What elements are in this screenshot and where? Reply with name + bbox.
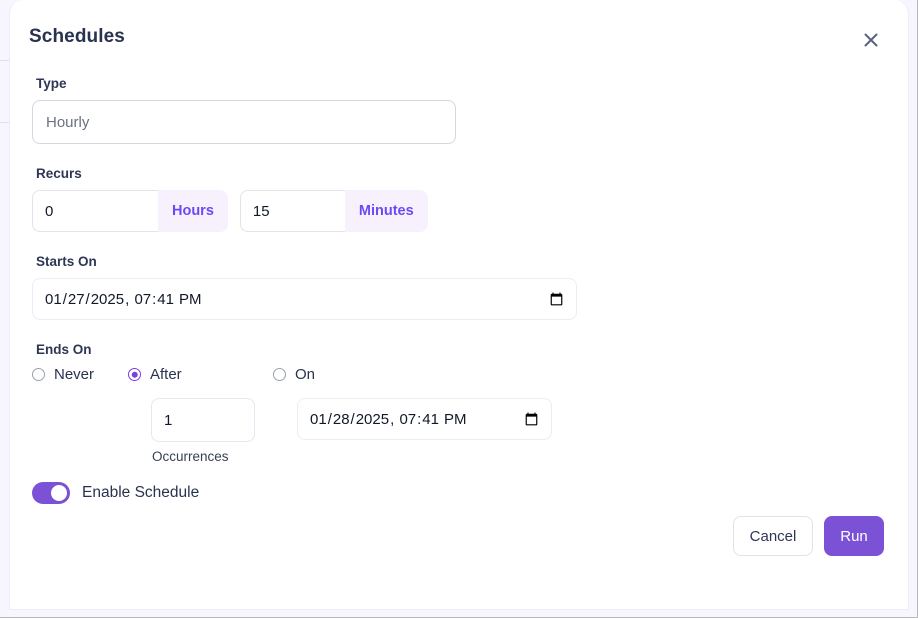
ends-on-label: Ends On bbox=[36, 342, 886, 357]
close-icon bbox=[861, 30, 881, 50]
starts-on-datetime-input[interactable] bbox=[32, 278, 577, 320]
occurrences-block: Occurrences bbox=[151, 398, 255, 464]
hours-unit-addon: Hours bbox=[158, 190, 228, 232]
close-button[interactable] bbox=[855, 24, 887, 56]
radio-never-label: Never bbox=[54, 366, 94, 383]
page-title: Schedules bbox=[29, 26, 125, 48]
type-label: Type bbox=[36, 76, 886, 91]
ends-on-option-never[interactable]: Never bbox=[32, 366, 128, 383]
type-input[interactable] bbox=[32, 100, 456, 144]
app-backdrop: Schedules Type Recurs bbox=[0, 0, 918, 618]
dialog-footer: Cancel Run bbox=[32, 516, 886, 556]
ends-on-option-on[interactable]: On bbox=[273, 366, 315, 383]
starts-on-label: Starts On bbox=[36, 254, 886, 269]
recurs-row: Hours Minutes bbox=[32, 190, 886, 232]
occurrences-input[interactable] bbox=[151, 398, 255, 442]
recurs-label: Recurs bbox=[36, 166, 886, 181]
minutes-input-group: Minutes bbox=[240, 190, 428, 232]
dialog-header: Schedules bbox=[10, 0, 908, 76]
ends-on-datetime-input[interactable] bbox=[297, 398, 552, 440]
starts-on-field-group: Starts On bbox=[32, 254, 886, 320]
ends-on-radio-group: Never After On bbox=[32, 366, 886, 383]
type-field-group: Type bbox=[32, 76, 886, 144]
radio-after[interactable] bbox=[128, 368, 141, 381]
radio-on-label: On bbox=[295, 366, 315, 383]
hours-input-group: Hours bbox=[32, 190, 228, 232]
radio-on[interactable] bbox=[273, 368, 286, 381]
run-button[interactable]: Run bbox=[824, 516, 884, 556]
enable-schedule-row: Enable Schedule bbox=[32, 482, 886, 504]
on-date-block bbox=[297, 398, 552, 440]
hours-input[interactable] bbox=[32, 190, 158, 232]
enable-schedule-label: Enable Schedule bbox=[82, 484, 199, 502]
dialog-body: Type Recurs Hours Minutes bbox=[10, 76, 908, 609]
cancel-button[interactable]: Cancel bbox=[733, 516, 813, 556]
radio-after-label: After bbox=[150, 366, 182, 383]
recurs-field-group: Recurs Hours Minutes bbox=[32, 166, 886, 232]
minutes-unit-addon: Minutes bbox=[345, 190, 428, 232]
ends-on-option-after[interactable]: After bbox=[128, 366, 273, 383]
radio-never[interactable] bbox=[32, 368, 45, 381]
minutes-input[interactable] bbox=[240, 190, 345, 232]
toggle-knob bbox=[51, 485, 67, 501]
ends-on-field-group: Ends On Never After On bbox=[32, 342, 886, 464]
occurrences-caption: Occurrences bbox=[152, 449, 255, 464]
enable-schedule-toggle[interactable] bbox=[32, 482, 70, 504]
ends-on-values-row: Occurrences bbox=[151, 398, 886, 464]
schedules-dialog: Schedules Type Recurs bbox=[9, 0, 909, 610]
